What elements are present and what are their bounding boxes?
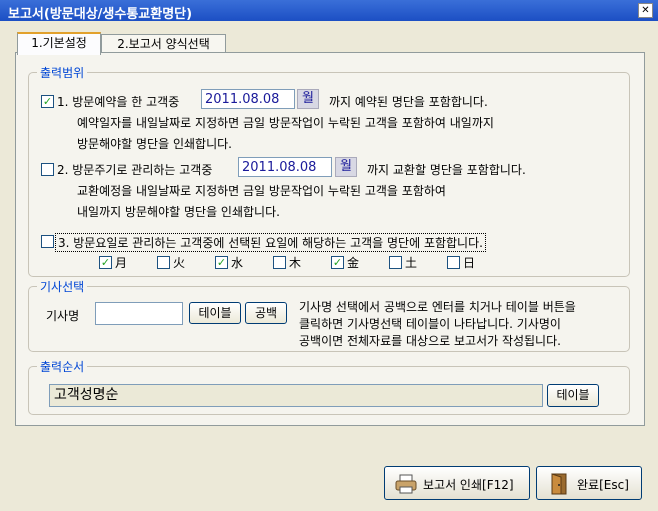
weekday-tue-checkbox[interactable] [157, 256, 170, 269]
option2-checkbox[interactable] [41, 163, 54, 176]
driver-help-line3: 공백이면 전체자료를 대상으로 보고서가 작성됩니다. [299, 334, 561, 348]
output-range-label: 출력범위 [37, 64, 88, 81]
option1-checkbox[interactable]: ✓ [41, 95, 54, 108]
output-range-group: 출력범위 ✓ 1. 방문예약을 한 고객중 2011.08.08 월 까지 예약… [28, 64, 630, 277]
tab-basic-settings[interactable]: 1.기본설정 [17, 32, 101, 55]
option2-label: 2. 방문주기로 관리하는 고객중 [57, 163, 213, 177]
option3-checkbox[interactable] [41, 235, 54, 248]
driver-select-label: 기사선택 [37, 278, 88, 295]
weekday-tue-label: 火 [173, 256, 186, 270]
printer-icon [395, 474, 417, 494]
check-icon: ✓ [100, 256, 111, 269]
check-icon: ✓ [42, 95, 53, 108]
title-bar: 보고서(방문대상/생수통교환명단) ✕ [0, 0, 658, 22]
tab-report-format[interactable]: 2.보고서 양식선택 [101, 34, 226, 53]
driver-blank-button[interactable]: 공백 [245, 302, 287, 324]
exit-door-icon [551, 473, 567, 495]
driver-help-line2: 클릭하면 기사명선택 테이블이 나타납니다. 기사명이 [299, 317, 561, 331]
driver-select-group: 기사선택 기사명 테이블 공백 기사명 선택에서 공백으로 엔터를 치거나 테이… [28, 278, 630, 352]
driver-name-input[interactable] [95, 302, 183, 325]
option1-desc-line1: 예약일자를 내일날짜로 지정하면 금일 방문작업이 누락된 고객을 포함하여 내… [77, 116, 494, 130]
print-report-button[interactable]: 보고서 인쇄[F12] [384, 466, 530, 500]
option1-weekday-button[interactable]: 월 [297, 89, 319, 109]
window-title: 보고서(방문대상/생수통교환명단) [8, 7, 193, 22]
weekday-sun-checkbox[interactable] [447, 256, 460, 269]
option2-date-field[interactable]: 2011.08.08 [238, 157, 332, 177]
option2-desc-line1: 교환예정을 내일날짜로 지정하면 금일 방문작업이 누락된 고객을 포함하여 [77, 184, 446, 198]
driver-help-line1: 기사명 선택에서 공백으로 엔터를 치거나 테이블 버튼을 [299, 300, 576, 314]
option3-label: 3. 방문요일로 관리하는 고객중에 선택된 요일에 해당하는 고객을 명단에 … [55, 233, 486, 252]
print-report-label: 보고서 인쇄[F12] [423, 478, 514, 492]
weekday-thu-label: 木 [289, 256, 302, 270]
weekday-wed-label: 水 [231, 256, 244, 270]
weekday-mon-checkbox[interactable]: ✓ [99, 256, 112, 269]
option1-date-field[interactable]: 2011.08.08 [201, 89, 295, 109]
option1-label: 1. 방문예약을 한 고객중 [57, 95, 180, 109]
option1-desc-line2: 방문해야할 명단을 인쇄합니다. [77, 137, 232, 151]
tab-panel: 출력범위 ✓ 1. 방문예약을 한 고객중 2011.08.08 월 까지 예약… [15, 52, 645, 426]
report-window: 보고서(방문대상/생수통교환명단) ✕ 1.기본설정 2.보고서 양식선택 출력… [0, 0, 658, 511]
weekday-sun-label: 日 [463, 256, 476, 270]
done-label: 완료[Esc] [577, 478, 629, 492]
weekday-fri-checkbox[interactable]: ✓ [331, 256, 344, 269]
output-order-group: 출력순서 고객성명순 테이블 [28, 358, 630, 415]
output-order-field[interactable]: 고객성명순 [49, 384, 543, 407]
option1-suffix: 까지 예약된 명단을 포함합니다. [329, 95, 488, 109]
weekday-thu-checkbox[interactable] [273, 256, 286, 269]
option2-desc-line2: 내일까지 방문해야할 명단을 인쇄합니다. [77, 205, 280, 219]
option2-weekday-button[interactable]: 월 [335, 157, 357, 177]
driver-table-button[interactable]: 테이블 [189, 302, 241, 324]
close-icon[interactable]: ✕ [638, 3, 653, 18]
weekday-fri-label: 金 [347, 256, 360, 270]
output-order-label: 출력순서 [37, 358, 88, 375]
weekday-mon-label: 月 [115, 256, 128, 270]
weekday-sat-checkbox[interactable] [389, 256, 402, 269]
check-icon: ✓ [216, 256, 227, 269]
done-button[interactable]: 완료[Esc] [536, 466, 642, 500]
option2-suffix: 까지 교환할 명단을 포함합니다. [367, 163, 526, 177]
output-order-table-button[interactable]: 테이블 [547, 384, 599, 407]
driver-name-label: 기사명 [46, 309, 80, 323]
weekday-wed-checkbox[interactable]: ✓ [215, 256, 228, 269]
weekday-sat-label: 土 [405, 256, 418, 270]
check-icon: ✓ [332, 256, 343, 269]
